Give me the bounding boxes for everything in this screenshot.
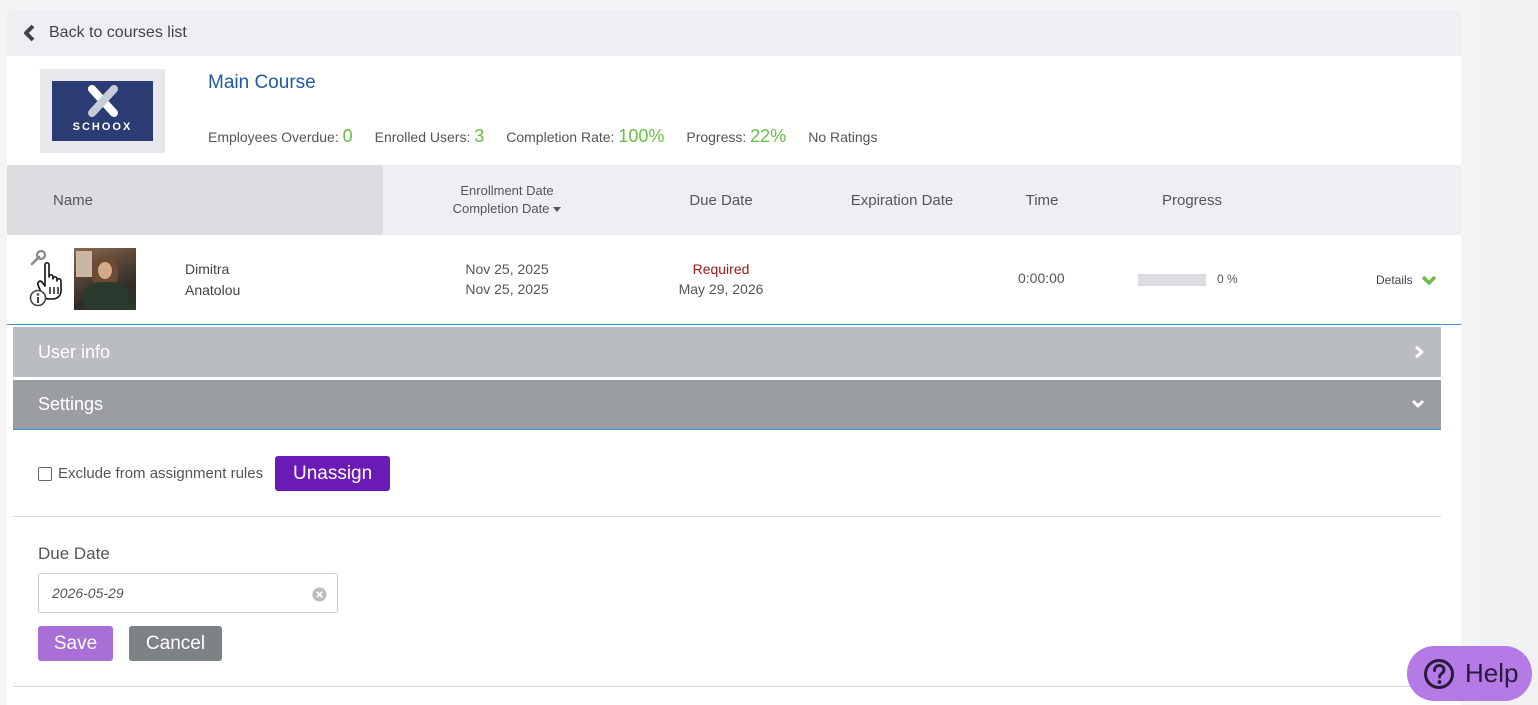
- course-stats: Employees Overdue: 0 Enrolled Users: 3 C…: [208, 126, 899, 147]
- table-row: Dimitra Anatolou Nov 25, 2025 Nov 25, 20…: [7, 235, 1461, 325]
- logo-wordmark: SCHOOX: [72, 121, 133, 133]
- due-required-label: Required: [692, 261, 750, 277]
- course-header: SCHOOX Main Course Employees Overdue: 0 …: [7, 56, 1461, 165]
- column-progress[interactable]: Progress: [1142, 165, 1242, 235]
- save-button[interactable]: Save: [38, 626, 113, 661]
- cancel-button[interactable]: Cancel: [129, 626, 222, 661]
- due-date-label: Due Date: [38, 544, 110, 563]
- enrollment-completion-dates: Nov 25, 2025 Nov 25, 2025: [465, 261, 549, 297]
- question-icon: [1424, 658, 1454, 689]
- column-enrollment-completion[interactable]: Enrollment Date Completion Date: [427, 165, 587, 235]
- column-due-date[interactable]: Due Date: [657, 165, 785, 235]
- chevron-right-icon: [1415, 345, 1424, 359]
- accordion-settings[interactable]: Settings: [13, 380, 1441, 430]
- sort-down-icon: [553, 207, 562, 213]
- time-spent: 0:00:00: [1018, 270, 1065, 286]
- clear-icon[interactable]: [312, 587, 327, 602]
- chevron-down-icon: [1421, 275, 1436, 285]
- exclude-checkbox[interactable]: [38, 466, 52, 481]
- details-toggle[interactable]: Details: [1376, 273, 1437, 287]
- progress-bar: [1138, 274, 1206, 286]
- accordion-user-info[interactable]: User info: [13, 327, 1441, 377]
- chevron-left-icon: [24, 24, 35, 42]
- back-link-label: Back to courses list: [49, 24, 187, 41]
- user-name[interactable]: Dimitra Anatolou: [185, 259, 240, 301]
- page-gutter: [1481, 0, 1538, 705]
- unassign-button[interactable]: Unassign: [275, 456, 391, 491]
- divider: [13, 516, 1441, 517]
- column-name[interactable]: Name: [7, 165, 383, 235]
- column-expiration-date[interactable]: Expiration Date: [827, 165, 977, 235]
- exclude-row: Exclude from assignment rules Unassign: [38, 456, 391, 491]
- help-button[interactable]: Help: [1407, 646, 1532, 701]
- due-date-cell: Required May 29, 2026: [661, 259, 781, 299]
- back-link[interactable]: Back to courses list: [7, 10, 1461, 56]
- stat-ratings: No Ratings: [808, 129, 878, 145]
- exclude-label[interactable]: Exclude from assignment rules: [58, 465, 263, 482]
- course-logo: SCHOOX: [40, 69, 165, 153]
- stat-progress: Progress: 22%: [686, 126, 787, 146]
- users-table-header: Name Enrollment Date Completion Date Due…: [7, 165, 1461, 235]
- stat-completion: Completion Rate: 100%: [506, 126, 665, 146]
- column-time[interactable]: Time: [1007, 165, 1077, 235]
- stat-enrolled: Enrolled Users: 3: [374, 126, 485, 146]
- avatar[interactable]: [74, 248, 136, 310]
- schoox-logo-icon: [88, 85, 118, 117]
- progress-value: 0 %: [1217, 272, 1238, 286]
- course-title[interactable]: Main Course: [208, 72, 316, 94]
- settings-panel: Exclude from assignment rules Unassign D…: [13, 431, 1441, 701]
- due-date-input[interactable]: 2026-05-29: [38, 573, 338, 613]
- divider: [13, 686, 1441, 687]
- chevron-down-icon: [1411, 399, 1425, 408]
- info-icon[interactable]: [29, 289, 47, 307]
- stat-overdue: Employees Overdue: 0: [208, 126, 353, 146]
